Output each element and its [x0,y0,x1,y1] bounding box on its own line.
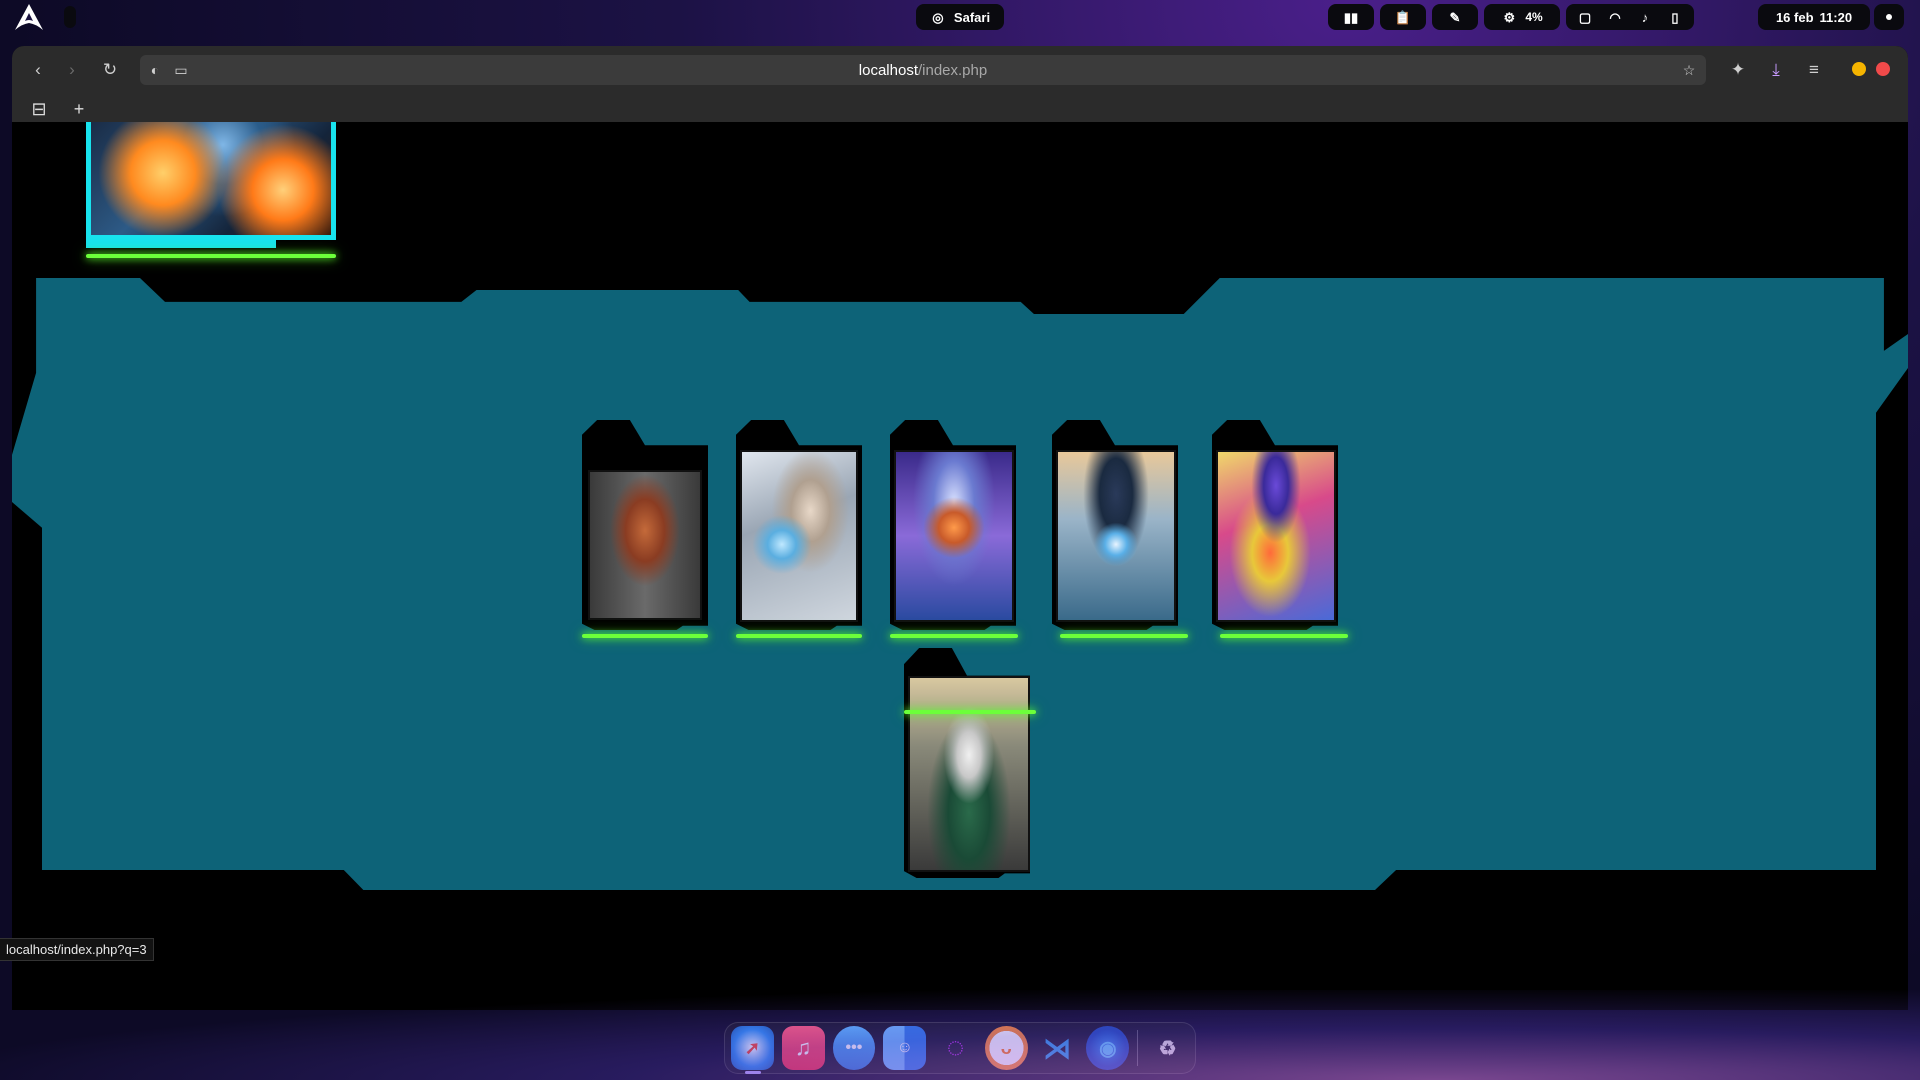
browser-chrome: ‹ › ↻ ◐ ▭ localhost/index.php ☆ ✦ ⤓ ≡ ⊟ … [12,46,1908,122]
url-host: localhost [858,62,918,79]
firefox-icon[interactable]: ◉ [1086,1026,1130,1070]
finder-icon[interactable]: ☺ [883,1026,927,1070]
url-display[interactable]: localhost/index.php [140,62,1706,79]
back-button[interactable]: ‹ [26,58,50,82]
character-card-5[interactable] [1212,420,1338,630]
music-icon[interactable]: ♫ [781,1026,825,1070]
arch-linux-logo-icon[interactable] [14,4,44,30]
trash-icon[interactable]: ♻ [1146,1026,1189,1070]
card-2-glow [736,634,862,638]
orange-app-icon[interactable]: ᴗ [984,1026,1028,1070]
character-card-4[interactable] [1052,420,1178,630]
clock-widget[interactable]: 16 feb 11:20 [1758,4,1870,30]
browser-icon[interactable]: ◌ [934,1026,977,1070]
reload-button[interactable]: ↻ [98,58,122,82]
featured-card-image[interactable] [86,122,336,240]
character-card-2[interactable] [736,420,862,630]
clipboard-icon: 📋 [1394,9,1412,25]
card-1-art [588,470,702,620]
cpu-icon: ⚙ [1503,9,1516,25]
workspace-indicator[interactable] [64,6,76,28]
card-5-art [1216,450,1336,622]
featured-card-tab [86,240,276,248]
messages-icon[interactable]: ••• [832,1026,876,1070]
card-4-glow [1060,634,1188,638]
vscode-icon[interactable]: ⋊ [1036,1026,1079,1070]
panel-bottom-frame [12,870,1908,1010]
web-page [12,122,1908,1010]
new-tab-icon[interactable]: + [68,98,90,120]
panel-left-edge [12,502,42,932]
character-card-3[interactable] [890,420,1016,630]
featured-card-glow [86,254,336,258]
tab-overview-icon[interactable]: ⊟ [28,98,50,120]
notification-dot-icon [1886,14,1892,20]
cpu-usage-widget[interactable]: ⚙ 4% [1484,4,1560,30]
clipboard-button[interactable]: 📋 [1380,4,1426,30]
extensions-button[interactable]: ✦ [1726,58,1750,82]
layout-toggle[interactable]: ▮▮ [1328,4,1374,30]
card-6-glow [904,710,1036,714]
active-app-pill[interactable]: ◎ Safari [916,4,1004,30]
dock: ➚ ♫ ••• ☺ ◌ ᴗ ⋊ ◉ ♻ [724,1022,1196,1074]
card-3-glow [890,634,1018,638]
minimize-button[interactable] [1852,62,1866,76]
layout-icon: ▮▮ [1343,9,1359,25]
cpu-percent: 4% [1525,10,1543,24]
eyedropper-icon: ✎ [1449,9,1461,25]
active-app-name: Safari [953,9,991,25]
url-path: /index.php [917,62,988,79]
time-label: 11:20 [1819,9,1853,25]
wifi-icon[interactable]: ◠ [1607,9,1623,25]
hamburger-menu-icon: ≡ [1809,60,1819,79]
menu-button[interactable]: ≡ [1802,58,1826,82]
reload-icon: ↻ [102,60,118,79]
safari-small-icon: ◎ [932,9,944,25]
puzzle-icon: ✦ [1730,60,1746,79]
arrow-left-icon: ‹ [35,60,41,79]
notification-button[interactable] [1874,4,1904,30]
card-1-glow [582,634,708,638]
panel-right-edge [1876,368,1908,928]
dock-separator [1137,1030,1139,1066]
character-card-6[interactable] [904,648,1030,878]
card-3-art [894,450,1014,622]
safari-icon[interactable]: ➚ [731,1026,774,1074]
card-5-glow [1220,634,1348,638]
battery-icon[interactable]: ▯ [1667,9,1683,25]
system-top-bar: ◎ Safari ▮▮ 📋 ✎ ⚙ 4% ▢ ◠ ♪ ▯ 16 feb 11:2… [0,0,1920,34]
downloads-button[interactable]: ⤓ [1764,58,1788,82]
forward-button[interactable]: › [60,58,84,82]
close-button[interactable] [1876,62,1890,76]
card-6-art [908,676,1030,872]
date-label: 16 feb [1775,9,1814,25]
browser-window: ‹ › ↻ ◐ ▭ localhost/index.php ☆ ✦ ⤓ ≡ ⊟ … [12,46,1908,1010]
character-card-1[interactable] [582,420,708,630]
arrow-right-icon: › [69,60,75,79]
download-icon: ⤓ [1772,60,1780,79]
address-bar[interactable]: ◐ ▭ localhost/index.php ☆ [140,55,1706,85]
screen-icon[interactable]: ▢ [1577,9,1593,25]
system-tray[interactable]: ▢ ◠ ♪ ▯ [1566,4,1694,30]
card-4-art [1056,450,1176,622]
volume-icon[interactable]: ♪ [1637,9,1653,25]
link-status-tooltip: localhost/index.php?q=3 [0,938,154,961]
bookmark-star-icon[interactable]: ☆ [1680,61,1698,79]
card-2-art [740,450,858,622]
color-picker-button[interactable]: ✎ [1432,4,1478,30]
